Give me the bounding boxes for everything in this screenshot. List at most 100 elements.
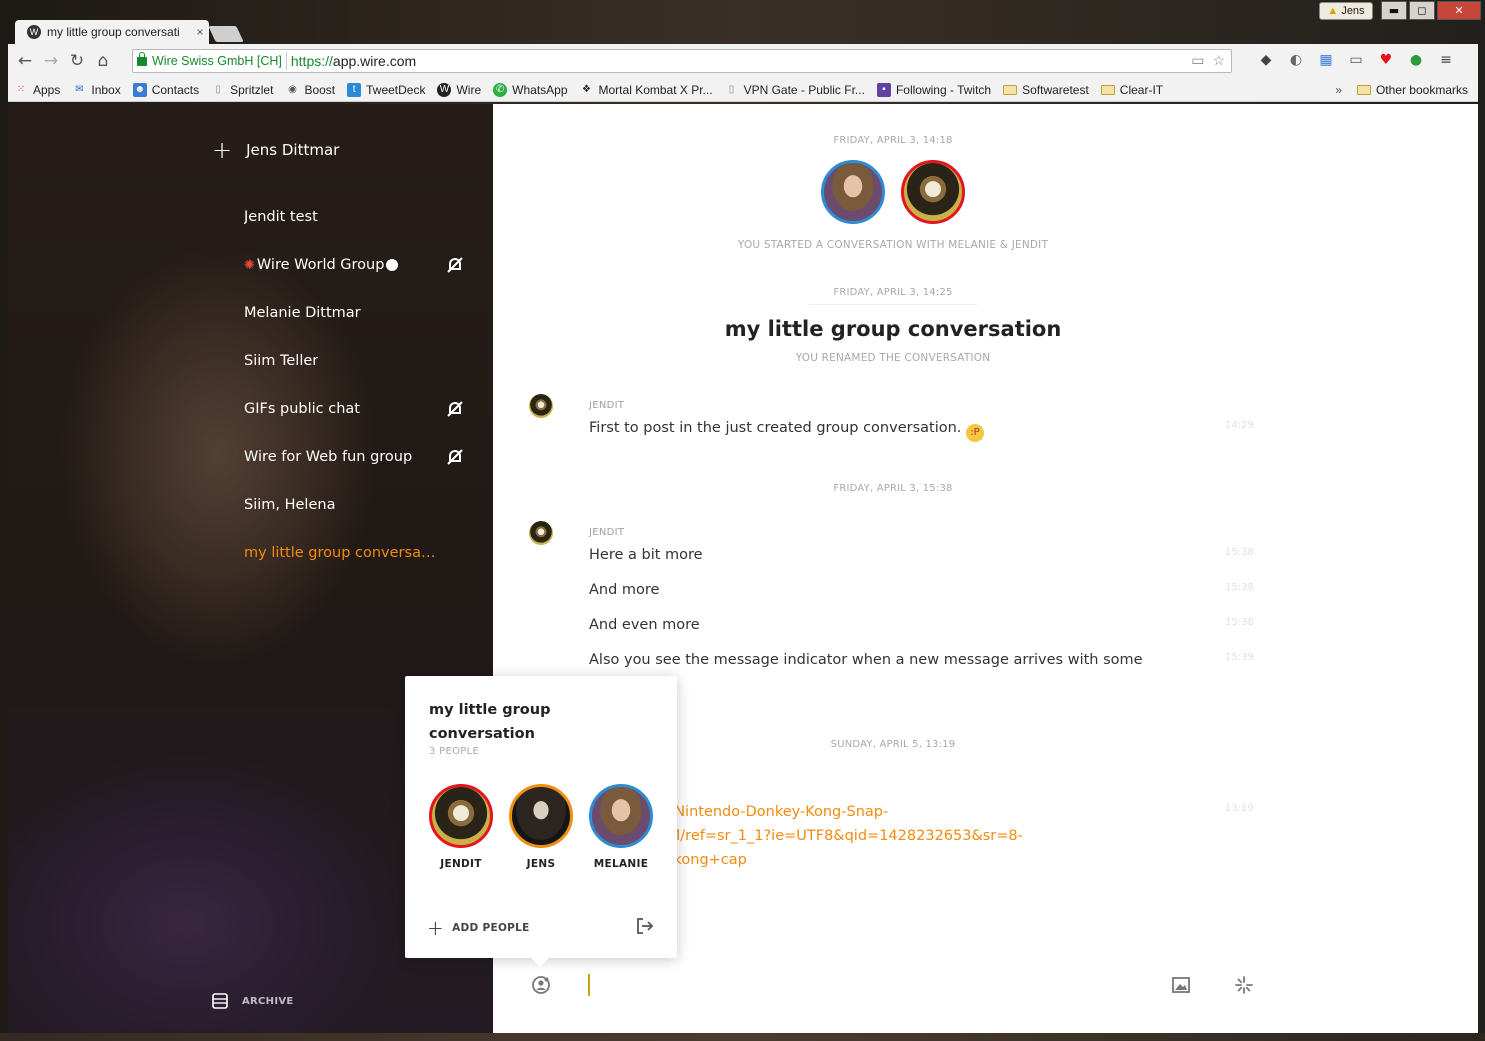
popover-title[interactable]: my little group conversation [429,698,629,746]
people-icon[interactable] [531,975,551,995]
bookmark-mortal-kombat[interactable]: ❖ Mortal Kombat X Pr... [580,83,713,97]
minimize-button[interactable]: ▬ [1381,1,1407,20]
speech-bubble-emoji-icon [386,259,399,271]
ping-icon[interactable] [1234,975,1254,995]
bookmark-spritzlet[interactable]: ▯ Spritzlet [211,83,273,97]
message-text[interactable]: And even more [589,617,700,633]
folder-icon [1356,84,1371,95]
lock-icon [137,51,147,66]
extension-icons: ◆ ◐ ▦ ▭ ♥ ● ≡ [1256,50,1456,70]
profile-button[interactable]: ▲ Jens [1319,2,1373,20]
bookmark-inbox[interactable]: ✉ Inbox [72,83,121,97]
whatsapp-icon: ✆ [493,82,508,97]
message-time: 14:29 [1225,420,1254,431]
message-input-bar [493,966,1478,1006]
forward-arrow-icon[interactable]: → [38,48,64,74]
boost-icon: ◉ [288,84,297,95]
back-arrow-icon[interactable]: ← [12,48,38,74]
bookmark-softwaretest[interactable]: Softwaretest [1003,83,1089,97]
conversation-item-active[interactable]: my little group conversati... [244,541,464,565]
reload-icon[interactable]: ↻ [64,48,90,74]
conversation-item[interactable]: Siim, Helena [244,493,464,517]
sender-avatar[interactable] [529,394,553,418]
sender-name: JENDIT [589,400,625,411]
new-tab-button[interactable] [208,26,244,42]
conversation-item[interactable]: GIFs public chat [244,397,464,421]
heart-icon[interactable]: ♥ [1376,50,1396,70]
omnibox-icons: ▭ ☆ [1191,52,1225,69]
address-bar[interactable]: Wire Swiss GmbH [CH] https:// app.wire.c… [132,49,1232,73]
plus-icon[interactable]: + [212,138,232,162]
sender-avatar[interactable] [529,521,553,545]
cast-icon[interactable]: ▭ [1346,50,1366,70]
avatar-melanie[interactable] [821,160,885,224]
bookmark-twitch[interactable]: ▪ Following - Twitch [876,82,991,97]
folder-icon [1100,84,1115,95]
home-icon[interactable]: ⌂ [90,48,116,74]
tweetdeck-icon: t [347,82,362,97]
pocket-icon[interactable]: ◆ [1256,50,1276,70]
browser-tab[interactable]: W my little group conversati × [15,20,209,44]
muted-bell-icon[interactable] [446,256,464,274]
muted-bell-icon[interactable] [446,448,464,466]
bookmarks-more-button[interactable]: » [1335,83,1342,97]
add-people-button[interactable]: + ADD PEOPLE [427,916,530,940]
leave-conversation-icon[interactable] [635,916,655,936]
ev-certificate-badge[interactable]: Wire Swiss GmbH [CH] [133,51,287,70]
ev-label: Wire Swiss GmbH [CH] [152,54,282,68]
conversation-item[interactable]: Melanie Dittmar [244,301,464,325]
bookmark-wire[interactable]: W Wire [437,82,481,97]
bookmark-apps[interactable]: ⁙ Apps [14,83,61,97]
wire-favicon-icon: W [27,25,41,39]
conversation-item[interactable]: Wire for Web fun group [244,445,464,469]
message-text[interactable]: Here a bit more [589,547,703,563]
keyboard-icon[interactable]: ▦ [1316,50,1336,70]
bookmark-boost[interactable]: ◉ Boost [285,83,335,97]
system-message: YOU RENAMED THE CONVERSATION [795,352,991,364]
image-icon[interactable] [1171,975,1191,995]
menu-icon[interactable]: ≡ [1436,50,1456,70]
plus-icon: + [427,916,445,940]
message-text[interactable]: First to post in the just created group … [589,420,985,442]
avatar-jendit[interactable] [901,160,965,224]
camera-blocked-icon[interactable]: ▭ [1191,52,1204,69]
url-host: app.wire.com [332,53,417,69]
participant-jens[interactable]: JENS [508,784,574,870]
wire-icon: W [437,82,452,97]
page-icon: ▯ [728,84,735,95]
message-text[interactable]: Also you see the message indicator when … [589,652,1143,668]
archive-button[interactable]: ARCHIVE [212,993,294,1009]
system-message: YOU STARTED A CONVERSATION WITH MELANIE … [737,239,1049,251]
bookmark-whatsapp[interactable]: ✆ WhatsApp [493,82,568,97]
self-profile[interactable]: + Jens Dittmar [212,138,339,162]
message-time: 15:39 [1225,652,1254,663]
bookmark-vpn-gate[interactable]: ▯ VPN Gate - Public Fr... [725,83,865,97]
close-window-button[interactable]: ✕ [1437,1,1481,20]
bookmark-clear-it[interactable]: Clear-IT [1100,83,1163,97]
message-input[interactable] [588,974,590,996]
participant-jendit[interactable]: JENDIT [428,784,494,870]
conversation-title: my little group conversation [724,317,1062,341]
profile-name: Jens [1341,5,1365,17]
bookmark-contacts[interactable]: ☻ Contacts [132,82,199,97]
message-text[interactable]: And more [589,582,659,598]
muted-bell-icon[interactable] [446,400,464,418]
maximize-button[interactable]: ◻ [1409,1,1435,20]
browser-toolbar: ← → ↻ ⌂ Wire Swiss GmbH [CH] https:// ap… [8,44,1478,78]
bookmark-star-icon[interactable]: ☆ [1212,52,1225,69]
tab-title: my little group conversati [47,25,180,39]
conversation-item[interactable]: Siim Teller [244,349,464,373]
audio-icon[interactable]: ◐ [1286,50,1306,70]
ext-d-icon[interactable]: ● [1406,50,1426,70]
bookmark-tweetdeck[interactable]: t TweetDeck [347,82,425,97]
page-icon: ▯ [215,84,221,95]
other-bookmarks[interactable]: Other bookmarks [1356,83,1468,97]
folder-icon [1003,84,1018,95]
conversation-item[interactable]: Jendit test [244,205,464,229]
tab-close-icon[interactable]: × [191,25,209,39]
apps-grid-icon: ⁙ [16,84,26,95]
conversation-item[interactable]: ✺ Wire World Group [244,253,464,277]
participant-melanie[interactable]: MELANIE [588,784,654,870]
avatar-melanie [589,784,653,848]
window-controls: ▬ ◻ ✕ [1381,1,1481,20]
